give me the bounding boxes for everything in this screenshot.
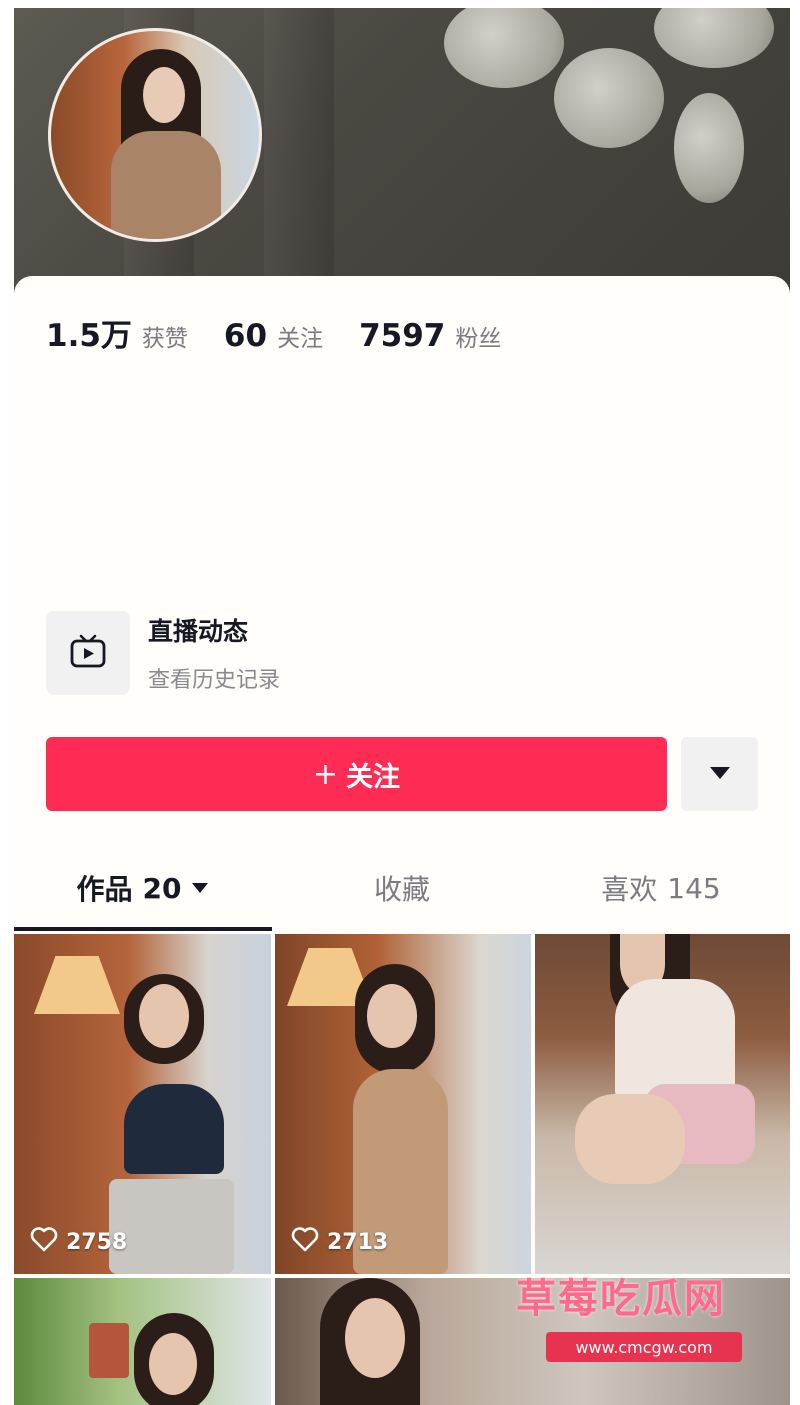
video-thumbnail[interactable]: 2758 xyxy=(14,934,271,1274)
stat-label: 粉丝 xyxy=(455,326,502,352)
tab-works[interactable]: 作品 20 xyxy=(14,845,272,931)
live-icon-box xyxy=(46,611,130,695)
heart-icon xyxy=(291,1226,319,1258)
stat-label: 关注 xyxy=(277,326,324,352)
stat-likes-received[interactable]: 1.5万 获赞 xyxy=(46,310,188,355)
tab-active-indicator xyxy=(14,927,272,931)
profile-stats: 1.5万 获赞 60 关注 7597 粉丝 xyxy=(46,310,537,355)
figure-legs xyxy=(575,1094,685,1184)
figure-face xyxy=(149,1333,197,1395)
video-likes-count: 2758 xyxy=(66,1229,128,1255)
avatar-face xyxy=(143,67,185,123)
pagoda-shape xyxy=(89,1323,129,1378)
figure-skirt xyxy=(109,1179,234,1274)
tab-likes-label: 喜欢 xyxy=(601,873,658,906)
caret-down-icon xyxy=(191,878,209,899)
plus-icon: + xyxy=(312,756,339,792)
tab-favorites-label: 收藏 xyxy=(373,873,430,906)
tab-likes[interactable]: 喜欢 145 xyxy=(532,845,790,931)
figure-face xyxy=(367,984,417,1048)
stat-followers[interactable]: 7597 粉丝 xyxy=(359,318,501,354)
banner-flower-image xyxy=(554,48,664,148)
watermark-title: 草莓吃瓜网 xyxy=(516,1276,726,1322)
heart-icon xyxy=(30,1226,58,1258)
tv-play-icon xyxy=(68,631,108,675)
figure-cardigan xyxy=(615,979,735,1099)
profile-tabs: 作品 20 收藏 喜欢 145 xyxy=(14,845,790,931)
figure-face xyxy=(345,1298,405,1378)
video-thumbnail[interactable] xyxy=(535,934,790,1274)
stat-value: 60 xyxy=(223,318,268,354)
site-watermark: 草莓吃瓜网 www.cmcgw.com xyxy=(516,1266,742,1362)
stat-following[interactable]: 60 关注 xyxy=(224,318,323,354)
video-thumbnail[interactable] xyxy=(14,1278,271,1405)
stat-value: 1.5万 xyxy=(46,318,132,354)
tab-works-count: 20 xyxy=(142,871,182,905)
video-thumbnail[interactable]: 2713 xyxy=(275,934,531,1274)
live-subtitle: 查看历史记录 xyxy=(148,668,281,693)
live-history-entry[interactable]: 直播动态 查看历史记录 xyxy=(46,611,280,695)
banner-flower-image xyxy=(444,8,564,88)
figure-face xyxy=(139,984,189,1048)
banner-flower-image xyxy=(654,8,774,68)
tab-favorites[interactable]: 收藏 xyxy=(272,845,532,931)
live-title: 直播动态 xyxy=(148,617,249,646)
tab-works-label: 作品 xyxy=(76,873,133,906)
video-likes-count: 2713 xyxy=(327,1229,389,1255)
video-likes: 2713 xyxy=(291,1226,388,1258)
watermark-url: www.cmcgw.com xyxy=(546,1332,742,1362)
banner-flower-image xyxy=(674,93,744,203)
stat-value: 7597 xyxy=(359,318,446,354)
live-text: 直播动态 查看历史记录 xyxy=(148,612,280,694)
tab-likes-count: 145 xyxy=(667,871,721,905)
follow-label: 关注 xyxy=(346,761,401,793)
figure-top xyxy=(124,1084,224,1174)
avatar[interactable] xyxy=(48,28,262,242)
stat-label: 获赞 xyxy=(141,326,188,352)
caret-down-icon xyxy=(709,765,731,784)
lamp-shape xyxy=(34,956,120,1014)
banner-curtain-stripe xyxy=(264,8,334,293)
avatar-body xyxy=(111,131,221,239)
more-options-button[interactable] xyxy=(681,737,758,811)
video-likes: 2758 xyxy=(30,1226,127,1258)
follow-button[interactable]: + 关注 xyxy=(46,737,667,811)
